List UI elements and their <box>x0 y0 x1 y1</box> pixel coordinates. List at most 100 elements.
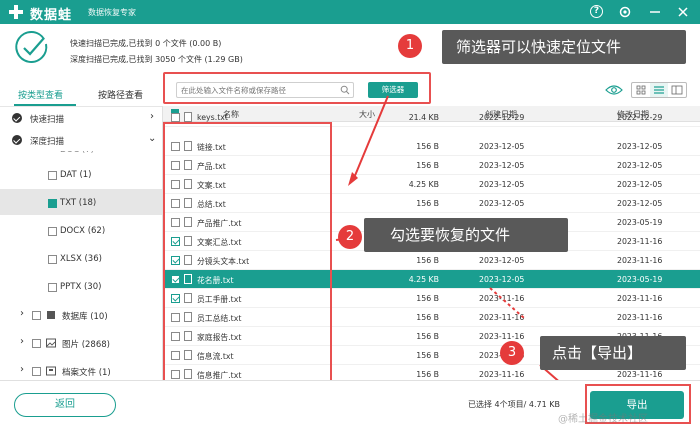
image-icon <box>46 338 56 348</box>
file-modified: 2023-12-05 <box>617 180 663 189</box>
list-view-icon[interactable] <box>650 83 668 97</box>
sidebar-group-archive[interactable]: 档案文件 (1) <box>62 366 111 378</box>
filter-highlight-box <box>163 72 431 104</box>
sidebar-type-pptx[interactable]: PPTX (30) <box>60 282 101 292</box>
file-created: 2023-12-05 <box>479 161 525 170</box>
title-bar: 数据蛙 数据恢复专家 ? <box>0 0 700 24</box>
file-size: 156 B <box>416 313 439 322</box>
quick-scan-check-icon <box>12 113 22 123</box>
annotation-badge-1: 1 <box>398 34 422 58</box>
file-size: 21.4 KB <box>408 113 439 122</box>
file-created: 2023-11-16 <box>479 313 525 322</box>
annotation-callout-3: 点击【导出】 <box>540 336 686 370</box>
annotation-callout-1: 筛选器可以快速定位文件 <box>442 30 686 64</box>
sidebar-item-doc-partial[interactable]: DOC (7) <box>60 151 94 155</box>
file-size: 156 B <box>416 199 439 208</box>
file-size: 4.25 KB <box>408 275 439 284</box>
file-modified: 2023-12-05 <box>617 199 663 208</box>
annotation-text-2: 勾选要恢复的文件 <box>390 226 511 244</box>
pptx-checkbox[interactable] <box>48 283 57 292</box>
file-size: 156 B <box>416 161 439 170</box>
sidebar-item-quick-scan[interactable]: 快速扫描 <box>30 113 64 125</box>
file-modified: 2023-11-16 <box>617 237 663 246</box>
file-created: 2023-12-05 <box>479 142 525 151</box>
file-created: 2023-12-05 <box>479 256 525 265</box>
file-icon <box>184 112 192 122</box>
row-checkbox[interactable] <box>171 113 180 122</box>
quick-scan-status: 快速扫描已完成,已找到 0 个文件 (0.00 B) <box>70 39 222 48</box>
sidebar-type-txt[interactable]: TXT (18) <box>60 198 96 208</box>
file-modified: 2023-12-05 <box>617 142 663 151</box>
sidebar-item-deep-scan[interactable]: 深度扫描 <box>30 135 64 147</box>
app-name: 数据蛙 <box>30 8 73 23</box>
help-icon[interactable]: ? <box>590 5 603 18</box>
deep-scan-status: 深度扫描已完成,已找到 3050 个文件 (1.29 GB) <box>70 55 243 64</box>
view-tabs: 按类型查看 按路径查看 <box>0 80 162 106</box>
txt-checkbox[interactable] <box>48 199 57 208</box>
file-size: 156 B <box>416 370 439 379</box>
file-size: 156 B <box>416 142 439 151</box>
xlsx-checkbox[interactable] <box>48 255 57 264</box>
back-button[interactable]: 返回 <box>14 393 116 417</box>
sidebar-type-xlsx[interactable]: XLSX (36) <box>60 254 102 264</box>
annotation-badge-3: 3 <box>500 341 524 365</box>
file-modified: 2023-05-19 <box>617 218 663 227</box>
sidebar-type-dat[interactable]: DAT (1) <box>60 170 92 180</box>
annotation-badge-2: 2 <box>338 225 362 249</box>
dat-checkbox[interactable] <box>48 171 57 180</box>
sidebar-group-database[interactable]: 数据库 (10) <box>62 310 108 322</box>
docx-checkbox[interactable] <box>48 227 57 236</box>
app-subtitle: 数据恢复专家 <box>88 8 136 17</box>
watermark: @稀土掘金技术社区 <box>558 414 648 425</box>
tab-by-type[interactable]: 按类型查看 <box>18 88 63 101</box>
file-created: 2023-11-16 <box>479 370 525 379</box>
chevron-down-icon[interactable]: ⌄ <box>148 133 156 144</box>
file-name: keys.txt <box>197 113 228 122</box>
chevron-right-icon[interactable]: › <box>150 111 154 122</box>
file-modified: 2022-12-29 <box>617 113 663 122</box>
file-size: 156 B <box>416 351 439 360</box>
sidebar-group-image[interactable]: 图片 (2868) <box>62 338 110 350</box>
archive-checkbox[interactable] <box>32 367 41 376</box>
file-size: 156 B <box>416 332 439 341</box>
file-size: 4.25 KB <box>408 180 439 189</box>
annotation-callout-2: 勾选要恢复的文件 <box>364 218 568 252</box>
view-mode-switcher <box>631 82 687 98</box>
sidebar-type-docx[interactable]: DOCX (62) <box>60 226 105 236</box>
image-checkbox[interactable] <box>32 339 41 348</box>
tab-by-path[interactable]: 按路径查看 <box>98 88 143 101</box>
grid-view-icon[interactable] <box>632 83 650 97</box>
scan-complete-icon <box>15 30 48 63</box>
file-created: 2023-12-05 <box>479 275 525 284</box>
annotation-text-1: 筛选器可以快速定位文件 <box>456 38 622 56</box>
file-created: 2023-11-16 <box>479 294 525 303</box>
file-modified: 2023-05-19 <box>617 275 663 284</box>
archive-icon <box>46 366 56 376</box>
close-icon[interactable] <box>676 5 690 19</box>
checkbox-highlight-box <box>163 122 332 384</box>
file-created: 2022-12-29 <box>479 113 525 122</box>
category-sidebar: 快速扫描 › 深度扫描 ⌄ DOC (7) DAT (1) TXT (18) D… <box>0 106 162 380</box>
file-created: 2023-12-05 <box>479 199 525 208</box>
expand-arrow-icon[interactable]: › <box>20 308 24 319</box>
file-modified: 2023-11-16 <box>617 294 663 303</box>
file-modified: 2023-11-16 <box>617 313 663 322</box>
file-modified: 2023-11-16 <box>617 370 663 379</box>
file-size: 156 B <box>416 256 439 265</box>
file-modified: 2023-11-16 <box>617 256 663 265</box>
selection-status: 已选择 4个项目/ 4.71 KB <box>468 400 560 409</box>
expand-arrow-icon[interactable]: › <box>20 336 24 347</box>
detail-view-icon[interactable] <box>668 83 686 97</box>
file-size: 156 B <box>416 294 439 303</box>
eye-icon[interactable] <box>605 84 623 96</box>
expand-arrow-icon[interactable]: › <box>20 364 24 375</box>
database-checkbox[interactable] <box>32 311 41 320</box>
deep-scan-check-icon <box>12 135 22 145</box>
minimize-icon[interactable] <box>648 5 662 19</box>
database-icon <box>47 311 55 319</box>
file-created: 2023-11-16 <box>479 332 525 341</box>
file-created: 2023-12-05 <box>479 180 525 189</box>
annotation-text-3: 点击【导出】 <box>552 344 643 362</box>
settings-icon[interactable] <box>618 5 632 19</box>
app-logo-icon <box>9 5 23 19</box>
